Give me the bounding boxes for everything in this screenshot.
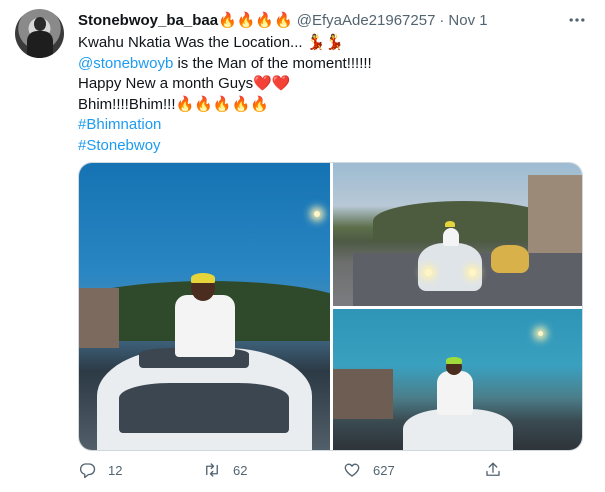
person-body [175, 295, 235, 357]
retweet-button[interactable]: 62 [203, 461, 247, 479]
tweet-text: Kwahu Nkatia Was the Location... 💃💃 @sto… [78, 33, 588, 156]
photo-bottom-right[interactable] [333, 309, 582, 450]
retweet-icon [206, 463, 218, 477]
car-shape [418, 243, 482, 291]
tweet-line-4: Bhim!!!!Bhim!!!🔥🔥🔥🔥🔥 [78, 95, 269, 113]
hill-shape [373, 201, 553, 241]
reply-icon [79, 463, 96, 479]
more-options-button[interactable] [565, 8, 589, 32]
headlight-left [425, 269, 432, 276]
hashtag-stonebwoy[interactable]: #Stonebwoy [78, 136, 588, 157]
tweet-line-2: @stonebwoyb is the Man of the moment!!!!… [78, 54, 588, 75]
avatar-body [27, 31, 53, 58]
photo-left[interactable] [79, 163, 330, 450]
tweet-line-3: Happy New a month Guys❤️❤️ [78, 75, 291, 92]
person-body [437, 371, 473, 415]
heart-icon [344, 463, 360, 477]
car-shape [403, 409, 513, 450]
mention-link[interactable]: @stonebwoyb [78, 55, 173, 72]
street-light [314, 211, 320, 217]
retweet-count: 62 [233, 462, 248, 478]
tweet[interactable]: Stonebwoy_ba_baa🔥🔥🔥🔥 @EfyaAde21967257 · … [0, 0, 605, 492]
mention-trailing-text: is the Man of the moment!!!!!! [177, 54, 372, 72]
tweet-actions: 12 62 627 [78, 458, 508, 482]
building-shape [79, 288, 119, 348]
share-icon [486, 462, 500, 476]
like-button[interactable]: 627 [343, 461, 395, 479]
cap-shape [446, 357, 462, 364]
headlight-right [469, 269, 476, 276]
separator-dot: · [439, 11, 445, 29]
cap-shape [445, 221, 455, 227]
media-grid [78, 162, 583, 451]
photo-top-right[interactable] [333, 163, 582, 306]
more-horizontal-icon [569, 18, 585, 22]
avatar-head [34, 17, 46, 31]
street-light [538, 331, 543, 336]
tweet-date[interactable]: Nov 1 [448, 12, 487, 29]
display-name[interactable]: Stonebwoy_ba_baa🔥🔥🔥🔥 [78, 11, 293, 29]
tweet-header: Stonebwoy_ba_baa🔥🔥🔥🔥 @EfyaAde21967257 · … [78, 10, 488, 30]
reply-count: 12 [108, 462, 123, 478]
cap-shape [191, 273, 215, 283]
hashtag-bhimnation[interactable]: #Bhimnation [78, 115, 588, 136]
car-shape-2 [491, 245, 529, 273]
person-body [443, 228, 459, 246]
building-shape [333, 369, 393, 419]
reply-button[interactable]: 12 [78, 461, 122, 479]
building-shape [528, 175, 582, 265]
user-handle[interactable]: @EfyaAde21967257 [297, 12, 436, 29]
tweet-line-1: Kwahu Nkatia Was the Location... 💃💃 [78, 34, 345, 51]
avatar[interactable] [15, 9, 64, 58]
like-count: 627 [373, 462, 395, 478]
share-button[interactable] [484, 461, 502, 479]
windshield-shape [119, 383, 289, 433]
